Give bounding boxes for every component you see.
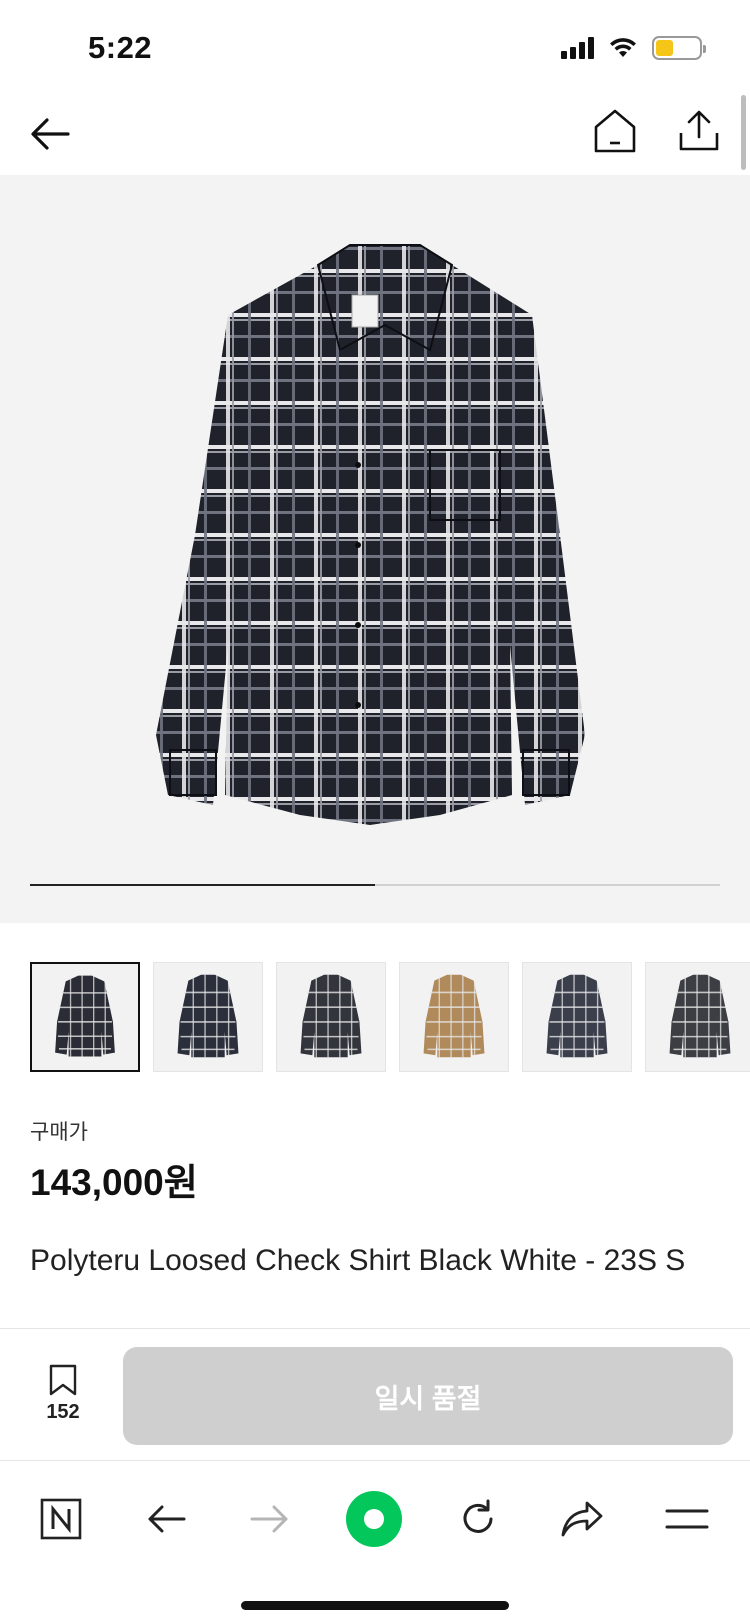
bookmark-icon <box>49 1364 77 1396</box>
battery-level <box>656 40 673 56</box>
thumbnail-plaid-shirt-navy-white[interactable] <box>522 962 632 1072</box>
carousel-progress-fill <box>30 884 375 886</box>
home-indicator <box>241 1601 509 1610</box>
thumbnail-plaid-shirt-black-white[interactable] <box>30 962 140 1072</box>
thumbnail-image <box>546 974 608 1058</box>
status-bar: 5:22 <box>0 0 750 95</box>
product-title: Polyteru Loosed Check Shirt Black White … <box>30 1244 686 1277</box>
menu-icon[interactable] <box>657 1489 717 1549</box>
thumbnail-plaid-shirt-black-white-alt[interactable] <box>276 962 386 1072</box>
back-arrow-icon[interactable] <box>136 1489 196 1549</box>
top-nav <box>0 95 750 175</box>
thumbnail-strip[interactable] <box>0 962 750 1074</box>
plaid-shirt-image <box>156 244 585 825</box>
thumbnail-plaid-shirt-grey-black[interactable] <box>645 962 750 1072</box>
thumbnail-image <box>55 975 115 1057</box>
green-circle-icon[interactable] <box>344 1489 404 1549</box>
thumbnail-image <box>669 974 731 1058</box>
thumbnail-plaid-shirt-black-navy[interactable] <box>153 962 263 1072</box>
status-time: 5:22 <box>88 30 153 65</box>
bookmark-count: 152 <box>46 1401 80 1423</box>
product-image-carousel[interactable] <box>0 175 750 923</box>
naver-n-icon[interactable] <box>31 1489 91 1549</box>
thumbnail-image <box>177 974 239 1058</box>
home-icon[interactable] <box>592 107 638 155</box>
reload-icon[interactable] <box>448 1489 508 1549</box>
bookmark-button[interactable]: 152 <box>34 1363 92 1433</box>
share-icon[interactable] <box>552 1489 612 1549</box>
battery-icon <box>652 36 706 60</box>
share-upload-icon[interactable] <box>676 107 722 155</box>
carousel-progress <box>30 884 720 886</box>
sold-out-button[interactable]: 일시 품절 <box>123 1347 733 1445</box>
thumbnail-image <box>423 974 485 1058</box>
status-icons <box>561 36 706 60</box>
thumbnail-plaid-shirt-brown-beige[interactable] <box>399 962 509 1072</box>
forward-arrow-icon[interactable] <box>240 1489 300 1549</box>
wifi-icon <box>610 38 636 57</box>
scrollbar[interactable] <box>741 95 746 170</box>
cellular-signal-icon <box>561 37 594 59</box>
thumbnail-image <box>300 974 362 1058</box>
price-value: 143,000원 <box>30 1162 198 1203</box>
purchase-action-bar: 152 일시 품절 <box>0 1328 750 1460</box>
price-label: 구매가 <box>30 1121 88 1144</box>
arrow-left-icon[interactable] <box>28 111 74 157</box>
browser-toolbar <box>0 1460 750 1623</box>
